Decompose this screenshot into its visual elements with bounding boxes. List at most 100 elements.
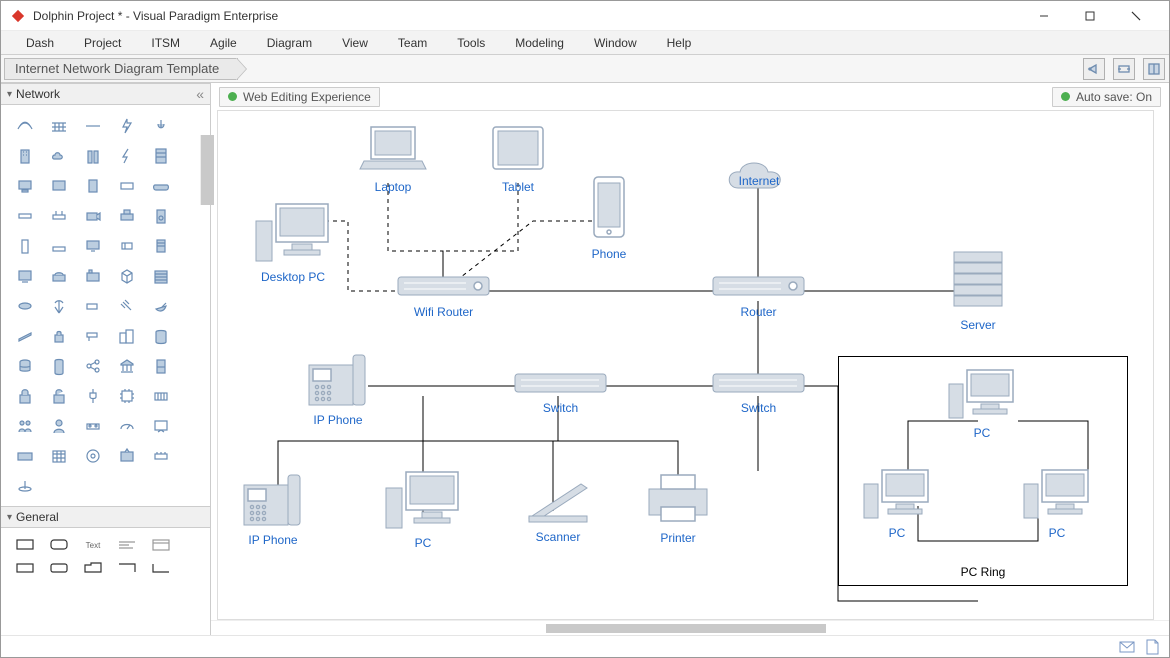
- shape-cloud[interactable]: [43, 141, 75, 170]
- shape-pc[interactable]: [9, 171, 41, 200]
- menu-dash[interactable]: Dash: [11, 31, 69, 55]
- menu-project[interactable]: Project: [69, 31, 136, 55]
- shape-text[interactable]: Text: [77, 534, 109, 556]
- node-server[interactable]: Server: [948, 246, 1008, 332]
- horizontal-scrollbar[interactable]: [211, 620, 1169, 635]
- mail-icon[interactable]: [1119, 640, 1135, 654]
- node-pc[interactable]: PC: [378, 466, 468, 550]
- menu-diagram[interactable]: Diagram: [252, 31, 327, 55]
- shape-firewall[interactable]: [43, 111, 75, 140]
- shape-hq[interactable]: [145, 261, 177, 290]
- shape-roundrect[interactable]: [43, 534, 75, 556]
- shape-scanner2[interactable]: [9, 321, 41, 350]
- node-router[interactable]: Router: [711, 273, 806, 319]
- shape-tag[interactable]: [77, 291, 109, 320]
- shape-cylbuilding[interactable]: [43, 351, 75, 380]
- shape-display[interactable]: [9, 261, 41, 290]
- node-switch-1[interactable]: Switch: [513, 371, 608, 415]
- shape-slim[interactable]: [9, 201, 41, 230]
- shape-link[interactable]: [77, 111, 109, 140]
- shape-cctv[interactable]: [77, 321, 109, 350]
- shape-fax[interactable]: [77, 261, 109, 290]
- shape-rackserver[interactable]: [145, 141, 177, 170]
- node-printer[interactable]: Printer: [643, 469, 713, 545]
- shape-openlock[interactable]: [43, 381, 75, 410]
- shape-rect[interactable]: [9, 534, 41, 556]
- shape-usb[interactable]: [9, 231, 41, 260]
- shape-camera[interactable]: [77, 201, 109, 230]
- shape-printer2[interactable]: [111, 201, 143, 230]
- shape-cylhq[interactable]: [145, 321, 177, 350]
- note-icon[interactable]: [1145, 639, 1159, 655]
- shape-mesh[interactable]: [43, 441, 75, 470]
- panels-button[interactable]: [1143, 58, 1165, 80]
- node-pc-ring-3[interactable]: PC: [1018, 466, 1096, 540]
- node-ip-phone-2[interactable]: IP Phone: [238, 471, 308, 547]
- shape-monitor[interactable]: [43, 171, 75, 200]
- shape-satellite[interactable]: [111, 291, 143, 320]
- shape-dish[interactable]: [145, 291, 177, 320]
- shape-analog[interactable]: [77, 411, 109, 440]
- shape-tab[interactable]: [77, 557, 109, 579]
- palette-header-general[interactable]: ▾ General: [1, 506, 210, 528]
- shape-building[interactable]: [9, 141, 41, 170]
- shape-phone2[interactable]: [43, 261, 75, 290]
- shape-card[interactable]: [111, 171, 143, 200]
- shape-open2[interactable]: [145, 557, 177, 579]
- fit-button[interactable]: [1113, 58, 1135, 80]
- menu-tools[interactable]: Tools: [442, 31, 500, 55]
- shape-gauge[interactable]: [111, 411, 143, 440]
- shape-switchbox[interactable]: [145, 441, 177, 470]
- shape-heading[interactable]: [111, 534, 143, 556]
- shape-lock[interactable]: [43, 321, 75, 350]
- shape-tablet2[interactable]: [77, 171, 109, 200]
- shape-rack[interactable]: [145, 231, 177, 260]
- shape-biglock[interactable]: [9, 381, 41, 410]
- menu-window[interactable]: Window: [579, 31, 652, 55]
- shape-power[interactable]: [111, 111, 143, 140]
- menu-view[interactable]: View: [327, 31, 383, 55]
- tag-autosave[interactable]: Auto save: On: [1052, 87, 1161, 107]
- shape-share[interactable]: [77, 351, 109, 380]
- shape-rect2[interactable]: [9, 557, 41, 579]
- shape-ap[interactable]: [9, 471, 41, 500]
- shape-imac[interactable]: [77, 231, 109, 260]
- menu-modeling[interactable]: Modeling: [500, 31, 579, 55]
- node-laptop[interactable]: Laptop: [358, 121, 428, 194]
- node-desktop-pc[interactable]: Desktop PC: [248, 196, 338, 284]
- minimize-button[interactable]: [1021, 1, 1067, 31]
- shape-antenna[interactable]: [43, 291, 75, 320]
- shape-open[interactable]: [111, 557, 143, 579]
- menu-team[interactable]: Team: [383, 31, 442, 55]
- shape-users[interactable]: [9, 411, 41, 440]
- shape-database[interactable]: [9, 351, 41, 380]
- palette-scrollbar[interactable]: [200, 135, 214, 205]
- shape-towers[interactable]: [77, 141, 109, 170]
- node-wifi-router[interactable]: Wifi Router: [396, 273, 491, 319]
- menu-help[interactable]: Help: [652, 31, 707, 55]
- shape-hub[interactable]: [9, 291, 41, 320]
- close-button[interactable]: [1113, 1, 1159, 31]
- node-phone[interactable]: Phone: [588, 173, 630, 261]
- shape-user[interactable]: [43, 411, 75, 440]
- palette-header-network[interactable]: ▾ Network «: [1, 83, 210, 105]
- node-scanner[interactable]: Scanner: [523, 476, 593, 544]
- shape-appliance[interactable]: [145, 351, 177, 380]
- shape-bank[interactable]: [111, 351, 143, 380]
- tag-web-edit[interactable]: Web Editing Experience: [219, 87, 380, 107]
- breadcrumb-item[interactable]: Internet Network Diagram Template: [4, 58, 238, 80]
- menu-itsm[interactable]: ITSM: [136, 31, 195, 55]
- shape-wireless[interactable]: [9, 111, 41, 140]
- shape-touch[interactable]: [145, 111, 177, 140]
- shape-modem[interactable]: [43, 231, 75, 260]
- node-internet[interactable]: Internet: [718, 156, 800, 216]
- shape-gamepad[interactable]: [145, 171, 177, 200]
- shape-office[interactable]: [111, 321, 143, 350]
- shape-cube[interactable]: [111, 261, 143, 290]
- shape-device[interactable]: [111, 231, 143, 260]
- menu-agile[interactable]: Agile: [195, 31, 252, 55]
- shape-wide[interactable]: [9, 441, 41, 470]
- maximize-button[interactable]: [1067, 1, 1113, 31]
- shape-tv[interactable]: [111, 441, 143, 470]
- shape-round[interactable]: [77, 441, 109, 470]
